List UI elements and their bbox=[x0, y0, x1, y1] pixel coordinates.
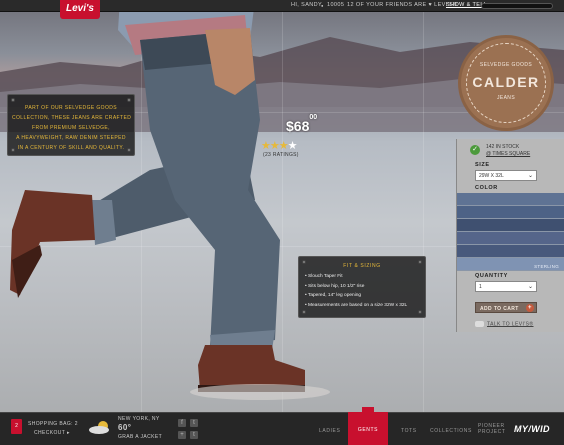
twitter-icon[interactable]: t bbox=[190, 419, 198, 427]
nav-ladies[interactable]: LADIES bbox=[319, 428, 340, 434]
plus-icon: + bbox=[526, 304, 534, 312]
story-line: PART OF OUR SELVEDGE GOODS bbox=[25, 105, 117, 111]
add-to-cart-label: ADD TO CART bbox=[480, 306, 519, 312]
quantity-label: QUANTITY bbox=[475, 273, 508, 279]
story-line: IN A CENTURY OF SKILL AND QUALITY. bbox=[17, 145, 125, 151]
screw-icon bbox=[302, 260, 306, 264]
logo-text: Levi's bbox=[66, 3, 94, 14]
weather-note: GRAB A JACKET bbox=[118, 434, 163, 440]
price-dollars: $68 bbox=[286, 118, 310, 134]
size-select[interactable]: 29W X 32L ⌄ bbox=[475, 170, 537, 181]
shopping-bag-icon[interactable]: 2 bbox=[11, 419, 22, 434]
size-label: SIZE bbox=[475, 162, 490, 168]
color-swatch[interactable] bbox=[457, 232, 564, 245]
fit-item: • Tapered, 14" leg opening bbox=[305, 293, 362, 298]
dot-icon: ● bbox=[321, 3, 324, 8]
color-label: COLOR bbox=[475, 185, 498, 191]
star-icon: ★ bbox=[278, 140, 289, 152]
story-line: COLLECTION, THESE JEANS ARE CRAFTED bbox=[12, 115, 132, 121]
talk-label: TALK TO LEVI'S® bbox=[487, 321, 534, 328]
star-icon: ★ bbox=[269, 140, 280, 152]
screw-icon bbox=[127, 98, 131, 102]
seal-subtitle: SELVEDGE GOODS bbox=[479, 62, 533, 68]
fit-item: • Measurements are based on a size 32W x… bbox=[305, 302, 408, 308]
ratings-count[interactable]: (23 RATINGS) bbox=[263, 152, 299, 158]
product-page: HI, SANDY ● 10005 12 OF YOUR FRIENDS ARE… bbox=[0, 0, 564, 445]
temperature: 60° bbox=[118, 423, 132, 432]
share-icon[interactable]: + bbox=[178, 431, 186, 439]
color-swatch-selected[interactable]: STERLING bbox=[457, 258, 564, 271]
screw-icon bbox=[418, 310, 422, 314]
star-icon: ★ bbox=[287, 140, 298, 152]
bag-count: 2 bbox=[15, 423, 18, 429]
fit-sizing-panel: FIT & SIZING • Slouch Taper Fit • Sits b… bbox=[298, 256, 426, 318]
price-cents: 00 bbox=[309, 114, 318, 122]
product-seal: SELVEDGE GOODS CALDER JEANS bbox=[461, 38, 551, 128]
greeting[interactable]: HI, SANDY bbox=[291, 2, 322, 8]
story-line: FROM PREMIUM SELVEDGE, bbox=[32, 125, 110, 131]
points-count: 10005 bbox=[327, 2, 345, 8]
brand-mark[interactable]: MY/WID bbox=[514, 424, 550, 434]
nav-gents: GENTS bbox=[357, 427, 379, 433]
swatch-label: STERLING bbox=[534, 264, 559, 269]
bottom-bar: 2 SHOPPING BAG: 2 CHECKOUT ▸ NEW YORK, N… bbox=[0, 412, 564, 445]
stock-count: 142 IN STOCK bbox=[486, 144, 520, 150]
fit-item: • Slouch Taper Fit bbox=[305, 274, 343, 279]
add-to-cart-button[interactable]: ADD TO CART + bbox=[475, 302, 537, 313]
purchase-panel: ✓ 142 IN STOCK @ TIMES SQUARE SIZE 29W X… bbox=[456, 139, 564, 332]
cloud-sun-icon bbox=[89, 421, 109, 434]
color-swatch[interactable] bbox=[457, 206, 564, 219]
tumblr-icon[interactable]: t bbox=[190, 431, 198, 439]
search-input[interactable] bbox=[481, 3, 553, 9]
nav-tots[interactable]: TOTS bbox=[401, 428, 417, 434]
store-link[interactable]: @ TIMES SQUARE bbox=[486, 151, 530, 158]
rating-stars[interactable]: ★★★★ bbox=[261, 139, 297, 152]
screw-icon bbox=[11, 98, 15, 102]
city: NEW YORK, NY bbox=[118, 416, 160, 422]
fit-title: FIT & SIZING bbox=[343, 263, 381, 269]
talk-link[interactable]: TALK TO LEVI'S® bbox=[475, 321, 534, 327]
screw-icon bbox=[11, 148, 15, 152]
color-swatch[interactable] bbox=[457, 219, 564, 232]
color-swatch[interactable] bbox=[457, 245, 564, 258]
product-name: CALDER bbox=[472, 74, 540, 90]
model-image bbox=[10, 0, 330, 400]
size-value: 29W X 32L bbox=[479, 173, 504, 179]
active-tab-marker bbox=[362, 407, 374, 415]
fit-item: • Sits below hip, 10 1/2" rise bbox=[305, 283, 365, 289]
chevron-down-icon: ⌄ bbox=[527, 284, 533, 290]
checkout-link[interactable]: CHECKOUT ▸ bbox=[34, 430, 70, 436]
price: $6800 bbox=[286, 114, 317, 134]
nav-gents-active[interactable]: GENTS bbox=[348, 407, 388, 445]
screw-icon bbox=[418, 260, 422, 264]
chevron-down-icon: ⌄ bbox=[527, 173, 533, 179]
story-line: A HEAVYWEIGHT, RAW DENIM STEEPED bbox=[16, 135, 126, 141]
nav-pioneer-project[interactable]: PIONEER PROJECT bbox=[478, 423, 506, 435]
screw-icon bbox=[302, 310, 306, 314]
nav-collections[interactable]: COLLECTIONS bbox=[430, 428, 472, 434]
check-icon: ✓ bbox=[470, 145, 480, 155]
quantity-select[interactable]: 1 ⌄ bbox=[475, 281, 537, 292]
story-panel: PART OF OUR SELVEDGE GOODS COLLECTION, T… bbox=[7, 94, 135, 156]
stock-info: 142 IN STOCK @ TIMES SQUARE bbox=[486, 144, 530, 158]
screw-icon bbox=[127, 148, 131, 152]
levis-logo[interactable]: Levi's bbox=[60, 0, 100, 19]
seal-category: JEANS bbox=[496, 95, 516, 101]
color-swatch[interactable] bbox=[457, 193, 564, 206]
facebook-icon[interactable]: f bbox=[178, 419, 186, 427]
friends-text: 12 OF YOUR FRIENDS ARE ♥ LEVI'S® bbox=[347, 2, 458, 8]
shopping-bag-label[interactable]: SHOPPING BAG: 2 bbox=[28, 421, 78, 427]
pioneer-line: PROJECT bbox=[478, 429, 506, 435]
quantity-value: 1 bbox=[479, 284, 482, 290]
star-icon: ★ bbox=[261, 140, 271, 152]
chat-icon bbox=[475, 321, 484, 327]
